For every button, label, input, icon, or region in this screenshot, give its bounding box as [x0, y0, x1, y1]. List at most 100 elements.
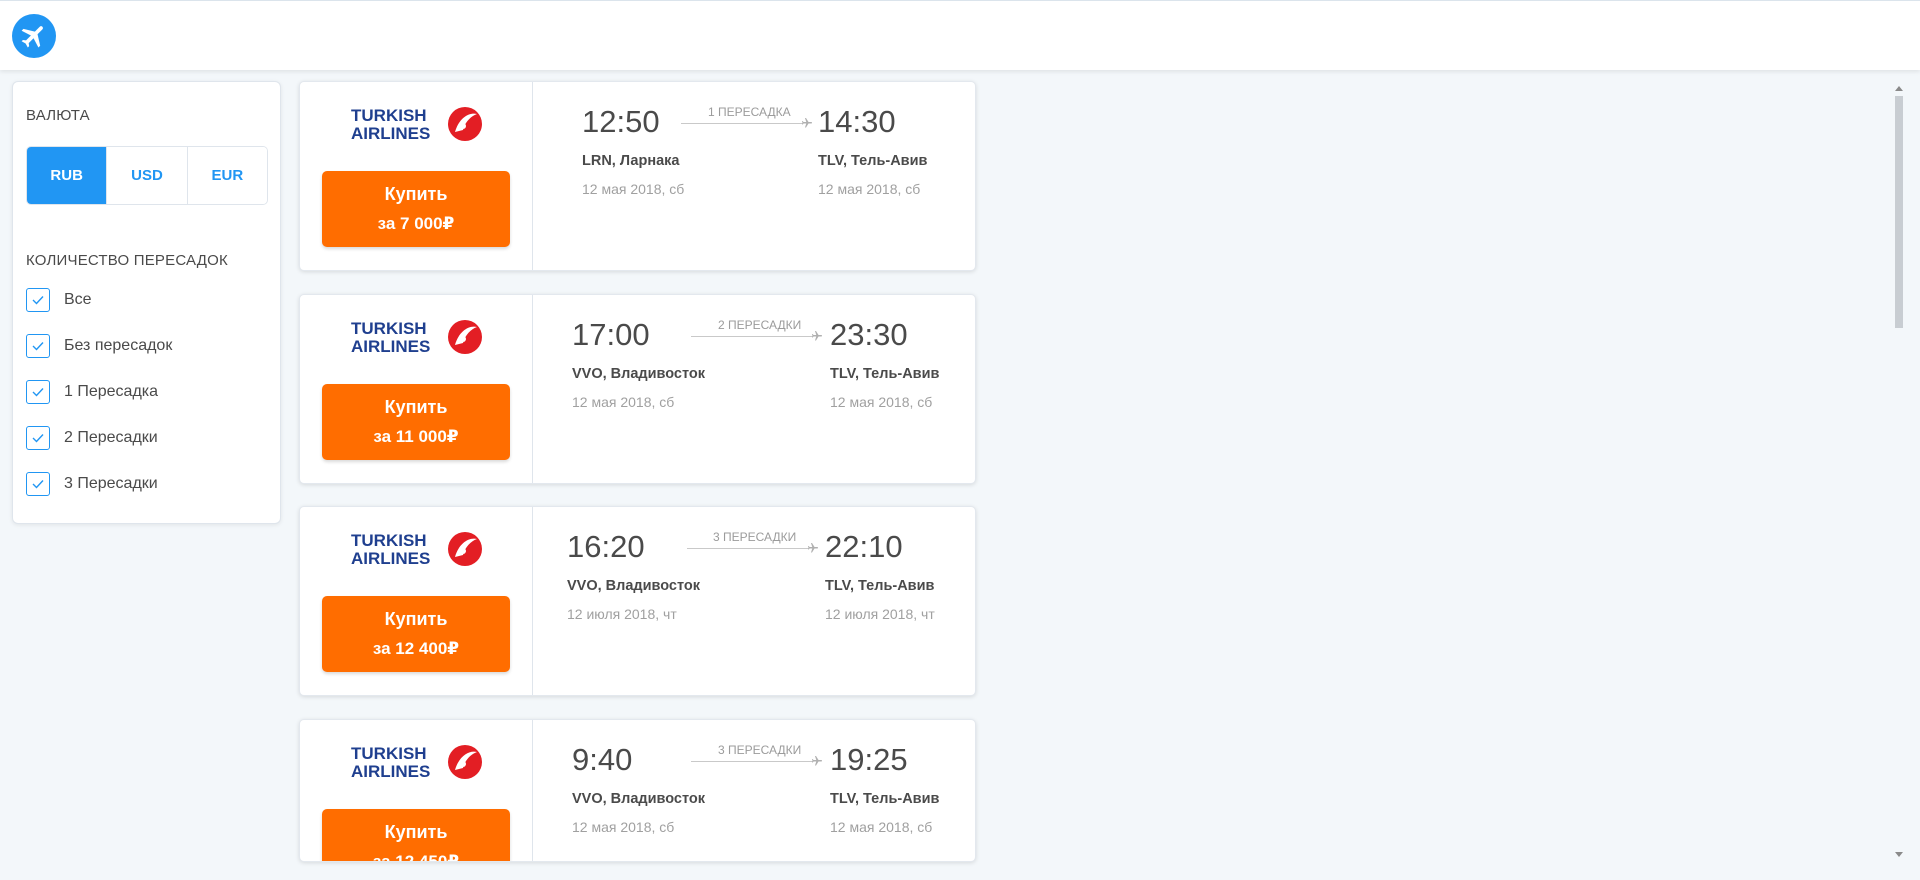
ticket-card: TURKISH AIRLINES Купить за 11 000₽ 17:00… — [299, 294, 976, 484]
buy-label: Купить — [384, 609, 448, 629]
ticket-price-column: TURKISH AIRLINES Купить за 12 400₽ — [300, 507, 533, 695]
buy-button[interactable]: Купить за 12 400₽ — [322, 596, 510, 672]
filter-stops-none[interactable]: Без пересадок — [26, 332, 172, 360]
svg-text:AIRLINES: AIRLINES — [351, 762, 430, 781]
destination-city: TLV, Тель-Авив — [818, 153, 928, 169]
checkmark-icon — [32, 434, 44, 443]
arrival-date: 12 мая 2018, сб — [830, 394, 933, 410]
route-line — [691, 761, 813, 762]
svg-text:AIRLINES: AIRLINES — [351, 337, 430, 356]
currency-title: ВАЛЮТА — [26, 107, 90, 124]
departure-date: 12 мая 2018, сб — [572, 819, 675, 835]
airplane-icon — [802, 118, 812, 128]
ticket-card: TURKISH AIRLINES Купить за 7 000₽ 12:50 … — [299, 81, 976, 271]
filters-panel: ВАЛЮТА RUB USD EUR КОЛИЧЕСТВО ПЕРЕСАДОК … — [12, 81, 281, 524]
airplane-icon[interactable] — [12, 14, 56, 58]
stops-title: КОЛИЧЕСТВО ПЕРЕСАДОК — [26, 252, 228, 269]
filter-stops-3[interactable]: 3 Пересадки — [26, 470, 158, 498]
page-scrollbar[interactable] — [1891, 80, 1907, 865]
buy-button[interactable]: Купить за 12 450₽ — [322, 809, 510, 862]
svg-text:AIRLINES: AIRLINES — [351, 124, 430, 143]
origin-city: LRN, Ларнака — [582, 153, 680, 169]
destination-city: TLV, Тель-Авив — [830, 366, 940, 382]
buy-button[interactable]: Купить за 7 000₽ — [322, 171, 510, 247]
scroll-down-arrow-icon[interactable] — [1895, 852, 1903, 857]
filter-label: 1 Пересадка — [64, 383, 159, 400]
arrival-time: 14:30 — [818, 104, 896, 139]
ticket-price-column: TURKISH AIRLINES Купить за 12 450₽ — [300, 720, 533, 861]
price-label: за 12 450₽ — [372, 852, 460, 862]
stops-count: 1 ПЕРЕСАДКА — [708, 105, 791, 119]
route-line — [681, 123, 803, 124]
departure-time: 12:50 — [582, 104, 660, 139]
checkbox[interactable] — [26, 426, 50, 450]
departure-time: 16:20 — [567, 529, 645, 564]
currency-button-rub[interactable]: RUB — [27, 147, 108, 204]
arrival-time: 22:10 — [825, 529, 903, 564]
arrival-time: 19:25 — [830, 742, 908, 777]
svg-text:TURKISH: TURKISH — [351, 744, 427, 763]
scroll-thumb[interactable] — [1895, 96, 1903, 328]
svg-text:TURKISH: TURKISH — [351, 319, 427, 338]
svg-text:AIRLINES: AIRLINES — [351, 549, 430, 568]
turkish-airlines-logo-icon: TURKISH AIRLINES — [351, 106, 482, 143]
turkish-airlines-logo-icon: TURKISH AIRLINES — [351, 531, 482, 568]
stops-count: 3 ПЕРЕСАДКИ — [713, 530, 797, 544]
filter-label: 2 Пересадки — [64, 429, 158, 446]
checkmark-icon — [32, 296, 44, 305]
route-line — [691, 336, 813, 337]
buy-label: Купить — [384, 397, 448, 417]
departure-date: 12 мая 2018, сб — [572, 394, 675, 410]
svg-text:TURKISH: TURKISH — [351, 106, 427, 125]
departure-date: 12 июля 2018, чт — [567, 606, 677, 622]
ticket-price-column: TURKISH AIRLINES Купить за 11 000₽ — [300, 295, 533, 483]
buy-label: Купить — [384, 184, 448, 204]
ticket-price-column: TURKISH AIRLINES Купить за 7 000₽ — [300, 82, 533, 270]
origin-city: VVO, Владивосток — [572, 791, 706, 807]
checkbox[interactable] — [26, 334, 50, 358]
checkbox[interactable] — [26, 288, 50, 312]
origin-city: VVO, Владивосток — [567, 578, 701, 594]
currency-button-eur[interactable]: EUR — [187, 147, 267, 204]
departure-time: 9:40 — [572, 742, 633, 777]
stops-count: 2 ПЕРЕСАДКИ — [718, 318, 802, 332]
checkbox[interactable] — [26, 380, 50, 404]
airplane-icon — [812, 756, 822, 766]
svg-text:TURKISH: TURKISH — [351, 531, 427, 550]
origin-city: VVO, Владивосток — [572, 366, 706, 382]
filter-stops-2[interactable]: 2 Пересадки — [26, 424, 158, 452]
filter-stops-all[interactable]: Все — [26, 286, 92, 314]
ticket-card: TURKISH AIRLINES Купить за 12 400₽ 16:20… — [299, 506, 976, 696]
turkish-airlines-logo-icon: TURKISH AIRLINES — [351, 744, 482, 781]
currency-button-usd[interactable]: USD — [107, 147, 188, 204]
ticket-card: TURKISH AIRLINES Купить за 12 450₽ 9:40 … — [299, 719, 976, 862]
arrival-time: 23:30 — [830, 317, 908, 352]
checkmark-icon — [32, 342, 44, 351]
currency-switch: RUB USD EUR — [26, 146, 268, 205]
destination-city: TLV, Тель-Авив — [830, 791, 940, 807]
arrival-date: 12 мая 2018, сб — [830, 819, 933, 835]
destination-city: TLV, Тель-Авив — [825, 578, 935, 594]
price-label: за 11 000₽ — [373, 427, 459, 446]
checkbox[interactable] — [26, 472, 50, 496]
checkmark-icon — [32, 480, 44, 489]
turkish-airlines-logo-icon: TURKISH AIRLINES — [351, 319, 482, 356]
airplane-icon — [812, 331, 822, 341]
departure-date: 12 мая 2018, сб — [582, 181, 685, 197]
airplane-icon — [808, 543, 818, 553]
price-label: за 7 000₽ — [377, 214, 455, 233]
buy-label: Купить — [384, 822, 448, 842]
filter-label: Без пересадок — [64, 337, 173, 354]
filter-stops-1[interactable]: 1 Пересадка — [26, 378, 158, 406]
arrival-date: 12 июля 2018, чт — [825, 606, 935, 622]
route-line — [687, 548, 809, 549]
arrival-date: 12 мая 2018, сб — [818, 181, 921, 197]
filter-label: Все — [64, 291, 92, 308]
buy-button[interactable]: Купить за 11 000₽ — [322, 384, 510, 460]
checkmark-icon — [32, 388, 44, 397]
departure-time: 17:00 — [572, 317, 650, 352]
top-bar — [0, 0, 1920, 70]
scroll-up-arrow-icon[interactable] — [1895, 86, 1903, 91]
price-label: за 12 400₽ — [372, 639, 460, 658]
filter-label: 3 Пересадки — [64, 475, 158, 492]
